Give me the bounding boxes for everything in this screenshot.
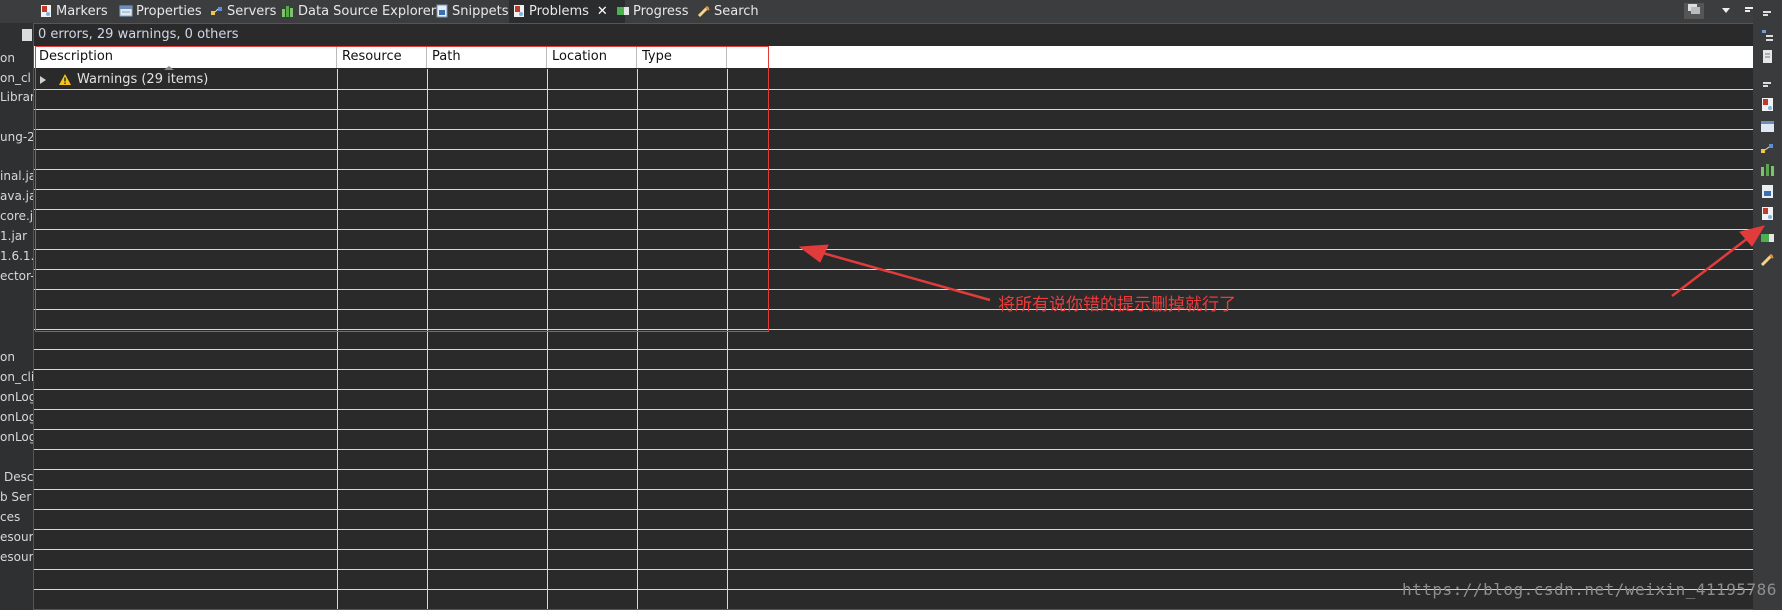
watermark: https://blog.csdn.net/weixin_41195786 <box>1402 580 1777 599</box>
arrow-right-head <box>1739 225 1766 247</box>
arrow-left-head <box>798 244 829 263</box>
annotation-arrows <box>798 225 1766 302</box>
arrow-right-line <box>1671 234 1753 297</box>
arrow-left-line <box>811 248 991 302</box>
